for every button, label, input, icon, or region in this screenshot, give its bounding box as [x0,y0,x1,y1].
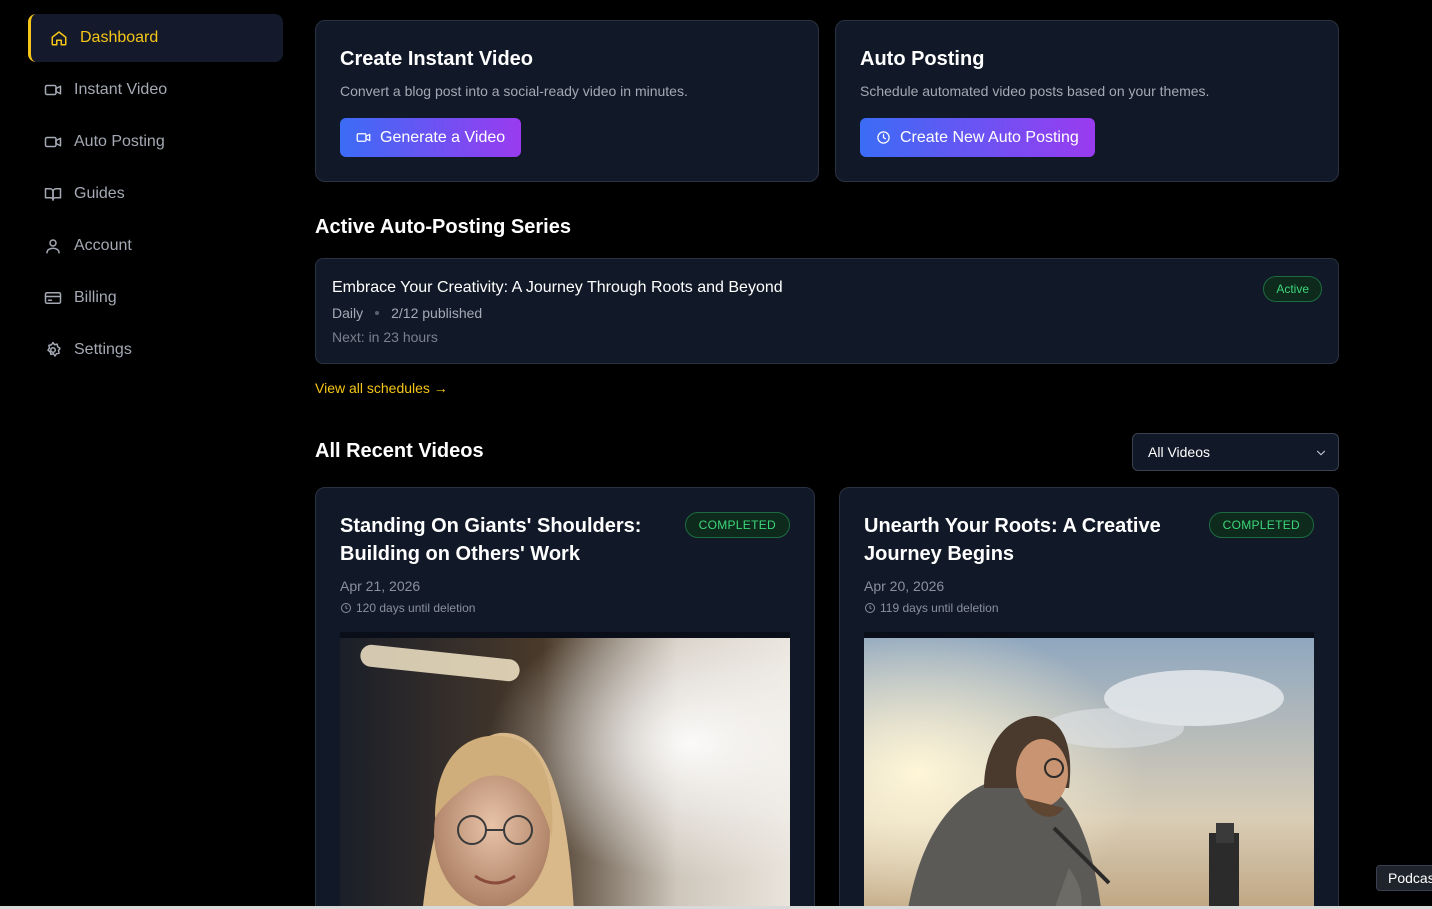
auto-posting-card: Auto Posting Schedule automated video po… [835,20,1339,182]
deletion-info: 120 days until deletion [340,601,475,615]
home-icon [50,29,68,47]
section-title-active-series: Active Auto-Posting Series [315,216,571,238]
series-frequency: Daily [332,305,364,321]
sidebar-item-instant-video[interactable]: Instant Video [28,66,283,114]
sidebar-item-label: Instant Video [74,81,168,98]
clock-icon [876,130,900,145]
chevron-down-icon [1314,446,1328,460]
card-title: Auto Posting [860,48,985,70]
video-card[interactable]: Unearth Your Roots: A Creative Journey B… [839,487,1339,909]
series-next: Next: in 23 hours [332,329,438,345]
video-icon [356,130,380,145]
series-published: 2/12 published [391,305,483,321]
status-badge: Active [1263,276,1322,302]
sidebar-item-auto-posting[interactable]: Auto Posting [28,118,283,166]
video-thumbnail[interactable] [340,632,790,909]
sidebar-item-label: Dashboard [80,29,159,46]
series-item[interactable]: Embrace Your Creativity: A Journey Throu… [315,258,1339,364]
button-label: Generate a Video [380,128,506,146]
video-icon [44,81,62,99]
clock-icon [864,602,880,614]
deletion-text: 120 days until deletion [356,601,476,615]
sidebar-item-label: Billing [74,289,117,306]
section-title-recent-videos: All Recent Videos [315,440,484,462]
view-all-schedules-link[interactable]: View all schedules → [315,380,448,396]
video-title: Standing On Giants' Shoulders: Building … [340,515,642,565]
status-badge: COMPLETED [684,512,790,538]
user-icon [44,237,62,255]
generate-video-button[interactable]: Generate a Video [340,118,522,157]
gear-icon [44,341,62,359]
sidebar-item-guides[interactable]: Guides [28,170,283,218]
instant-video-card: Create Instant Video Convert a blog post… [315,20,819,182]
tooltip: Podcas [1376,865,1432,891]
video-date: Apr 21, 2026 [340,578,421,594]
sidebar-item-dashboard[interactable]: Dashboard [28,14,283,62]
button-label: Create New Auto Posting [900,128,1079,146]
select-value: All Videos [1148,444,1211,460]
series-meta: Daily 2/12 published [332,305,482,321]
sidebar: Dashboard Instant Video Auto Posting Gui… [0,0,300,909]
sidebar-item-label: Account [74,237,132,254]
video-title: Unearth Your Roots: A Creative Journey B… [864,515,1161,565]
deletion-text: 119 days until deletion [880,601,999,615]
dot-separator [375,311,380,315]
clock-icon [340,602,356,614]
video-date: Apr 20, 2026 [864,578,945,594]
deletion-info: 119 days until deletion [864,601,999,615]
sidebar-item-label: Settings [74,341,132,358]
card-description: Convert a blog post into a social-ready … [340,83,688,99]
sidebar-item-account[interactable]: Account [28,222,283,270]
sidebar-item-settings[interactable]: Settings [28,326,283,374]
create-auto-posting-button[interactable]: Create New Auto Posting [860,118,1095,157]
sidebar-item-label: Auto Posting [74,133,165,150]
card-description: Schedule automated video posts based on … [860,83,1210,99]
sidebar-item-label: Guides [74,185,125,202]
video-card[interactable]: Standing On Giants' Shoulders: Building … [315,487,815,909]
sidebar-item-billing[interactable]: Billing [28,274,283,322]
video-thumbnail[interactable] [864,632,1314,909]
status-badge: COMPLETED [1208,512,1314,538]
video-icon [44,133,62,151]
book-icon [44,185,62,203]
card-title: Create Instant Video [340,48,534,70]
video-filter-select[interactable]: All Videos [1132,433,1339,471]
credit-card-icon [44,289,62,307]
series-name: Embrace Your Creativity: A Journey Throu… [332,279,783,296]
